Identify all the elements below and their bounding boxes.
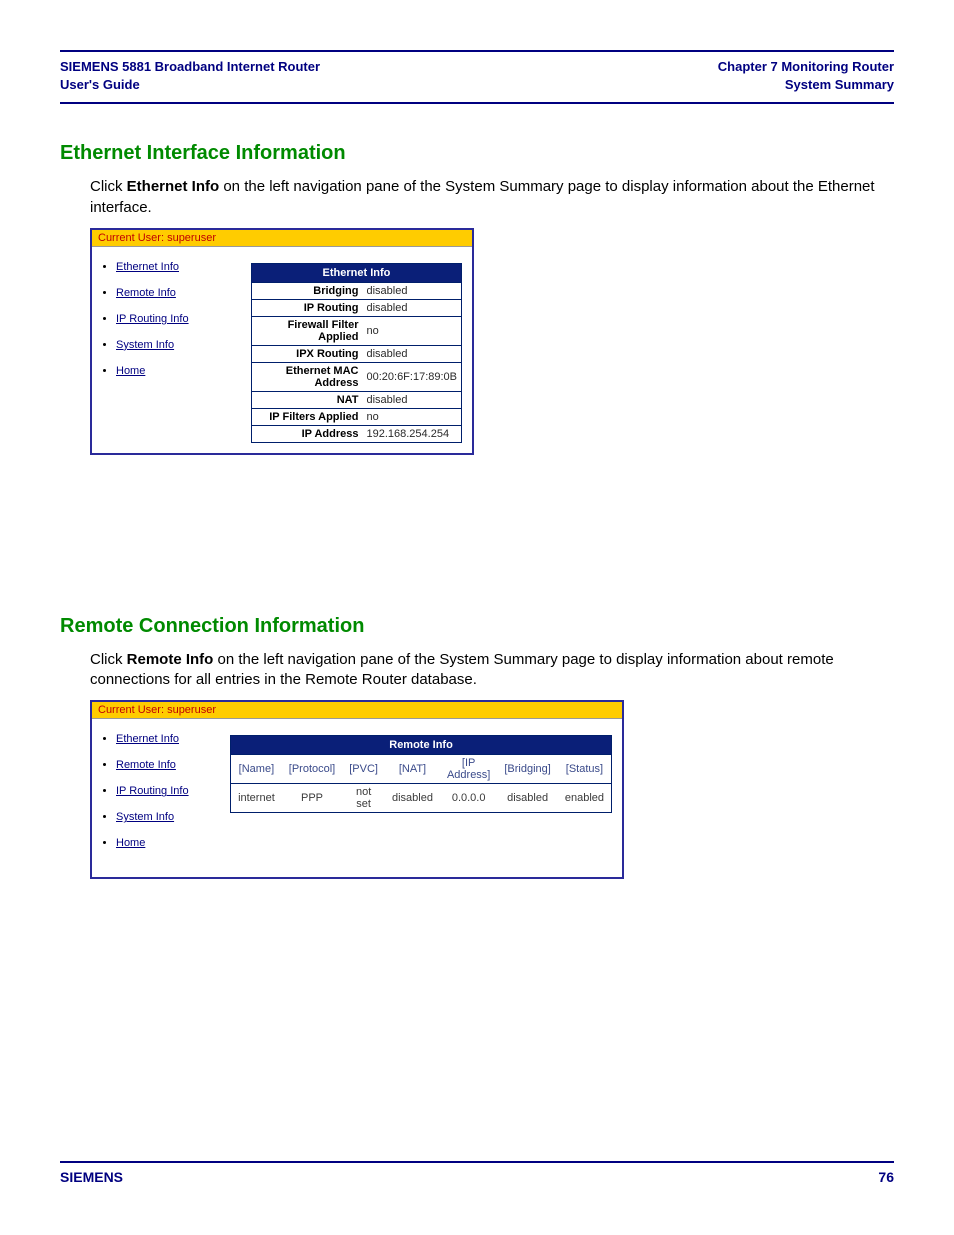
ethernet-info-table: Ethernet Info Bridgingdisabled IP Routin… — [251, 263, 462, 443]
eth-label: IP Routing — [251, 299, 362, 316]
user-bar-2: Current User: superuser — [92, 702, 622, 719]
section2-paragraph: Click Remote Info on the left navigation… — [90, 650, 894, 691]
remote-header: [IP Address] — [440, 755, 497, 784]
section1-para-pre: Click — [90, 178, 127, 195]
screenshot-ethernet: Current User: superuser Ethernet Info Re… — [90, 228, 474, 455]
nav-link-ethernet-info[interactable]: Ethernet Info — [116, 261, 179, 273]
nav-item: IP Routing Info — [116, 785, 216, 797]
remote-cell: PPP — [282, 784, 342, 813]
screenshot-remote: Current User: superuser Ethernet Info Re… — [90, 700, 624, 879]
eth-label: IP Filters Applied — [251, 408, 362, 425]
remote-header: [Name] — [231, 755, 282, 784]
remote-cell: enabled — [558, 784, 612, 813]
remote-cell: internet — [231, 784, 282, 813]
eth-value: no — [362, 316, 461, 345]
remote-header: [Status] — [558, 755, 612, 784]
header-right-line2: System Summary — [785, 77, 894, 92]
remote-header: [Protocol] — [282, 755, 342, 784]
nav-item: System Info — [116, 811, 216, 823]
nav-link-remote-info[interactable]: Remote Info — [116, 287, 176, 299]
nav-item: IP Routing Info — [116, 313, 237, 325]
user-bar-1: Current User: superuser — [92, 230, 472, 247]
eth-label: NAT — [251, 391, 362, 408]
eth-value: disabled — [362, 299, 461, 316]
content-column-2: Remote Info [Name] [Protocol] [PVC] [NAT… — [224, 719, 622, 823]
nav-link-system-info[interactable]: System Info — [116, 811, 174, 823]
nav-item: Ethernet Info — [116, 733, 216, 745]
footer-brand: SIEMENS — [60, 1169, 123, 1185]
remote-cell: not set — [342, 784, 385, 813]
content-column-1: Ethernet Info Bridgingdisabled IP Routin… — [245, 247, 472, 453]
page-header: SIEMENS 5881 Broadband Internet Router U… — [60, 50, 894, 104]
remote-info-table: Remote Info [Name] [Protocol] [PVC] [NAT… — [230, 735, 612, 813]
eth-value: disabled — [362, 391, 461, 408]
eth-label: Firewall Filter Applied — [251, 316, 362, 345]
nav-link-home[interactable]: Home — [116, 837, 145, 849]
section2-heading: Remote Connection Information — [60, 615, 894, 638]
section2-para-pre: Click — [90, 651, 127, 668]
nav-column-2: Ethernet Info Remote Info IP Routing Inf… — [92, 719, 224, 877]
eth-label: IPX Routing — [251, 345, 362, 362]
nav-item: Ethernet Info — [116, 261, 237, 273]
header-left: SIEMENS 5881 Broadband Internet Router U… — [60, 58, 320, 94]
section1-para-bold: Ethernet Info — [127, 178, 220, 195]
nav-column-1: Ethernet Info Remote Info IP Routing Inf… — [92, 247, 245, 405]
nav-link-ip-routing-info[interactable]: IP Routing Info — [116, 785, 189, 797]
eth-value: no — [362, 408, 461, 425]
nav-link-home[interactable]: Home — [116, 365, 145, 377]
eth-label: Ethernet MAC Address — [251, 362, 362, 391]
eth-value: disabled — [362, 345, 461, 362]
document-page: SIEMENS 5881 Broadband Internet Router U… — [0, 0, 954, 1235]
nav-item: Remote Info — [116, 759, 216, 771]
nav-item: Home — [116, 837, 216, 849]
eth-value: disabled — [362, 282, 461, 299]
page-footer: SIEMENS 76 — [60, 1161, 894, 1185]
remote-header: [Bridging] — [497, 755, 557, 784]
header-left-line1: SIEMENS 5881 Broadband Internet Router — [60, 59, 320, 74]
header-right: Chapter 7 Monitoring Router System Summa… — [718, 58, 894, 94]
nav-link-remote-info[interactable]: Remote Info — [116, 759, 176, 771]
nav-link-ethernet-info[interactable]: Ethernet Info — [116, 733, 179, 745]
header-right-line1: Chapter 7 Monitoring Router — [718, 59, 894, 74]
ethernet-table-caption: Ethernet Info — [251, 263, 461, 282]
footer-page-number: 76 — [878, 1169, 894, 1185]
nav-link-system-info[interactable]: System Info — [116, 339, 174, 351]
remote-header: [PVC] — [342, 755, 385, 784]
remote-cell: disabled — [497, 784, 557, 813]
screenshot-body-2: Ethernet Info Remote Info IP Routing Inf… — [92, 719, 622, 877]
remote-table-caption: Remote Info — [231, 736, 612, 755]
eth-value: 00:20:6F:17:89:0B — [362, 362, 461, 391]
remote-header: [NAT] — [385, 755, 440, 784]
section2-para-bold: Remote Info — [127, 651, 214, 668]
nav-item: System Info — [116, 339, 237, 351]
section1-heading: Ethernet Interface Information — [60, 142, 894, 165]
screenshot-body-1: Ethernet Info Remote Info IP Routing Inf… — [92, 247, 472, 453]
nav-item: Home — [116, 365, 237, 377]
eth-label: Bridging — [251, 282, 362, 299]
eth-label: IP Address — [251, 425, 362, 442]
nav-link-ip-routing-info[interactable]: IP Routing Info — [116, 313, 189, 325]
header-left-line2: User's Guide — [60, 77, 140, 92]
eth-value: 192.168.254.254 — [362, 425, 461, 442]
remote-cell: 0.0.0.0 — [440, 784, 497, 813]
nav-item: Remote Info — [116, 287, 237, 299]
section1-paragraph: Click Ethernet Info on the left navigati… — [90, 177, 894, 218]
remote-cell: disabled — [385, 784, 440, 813]
